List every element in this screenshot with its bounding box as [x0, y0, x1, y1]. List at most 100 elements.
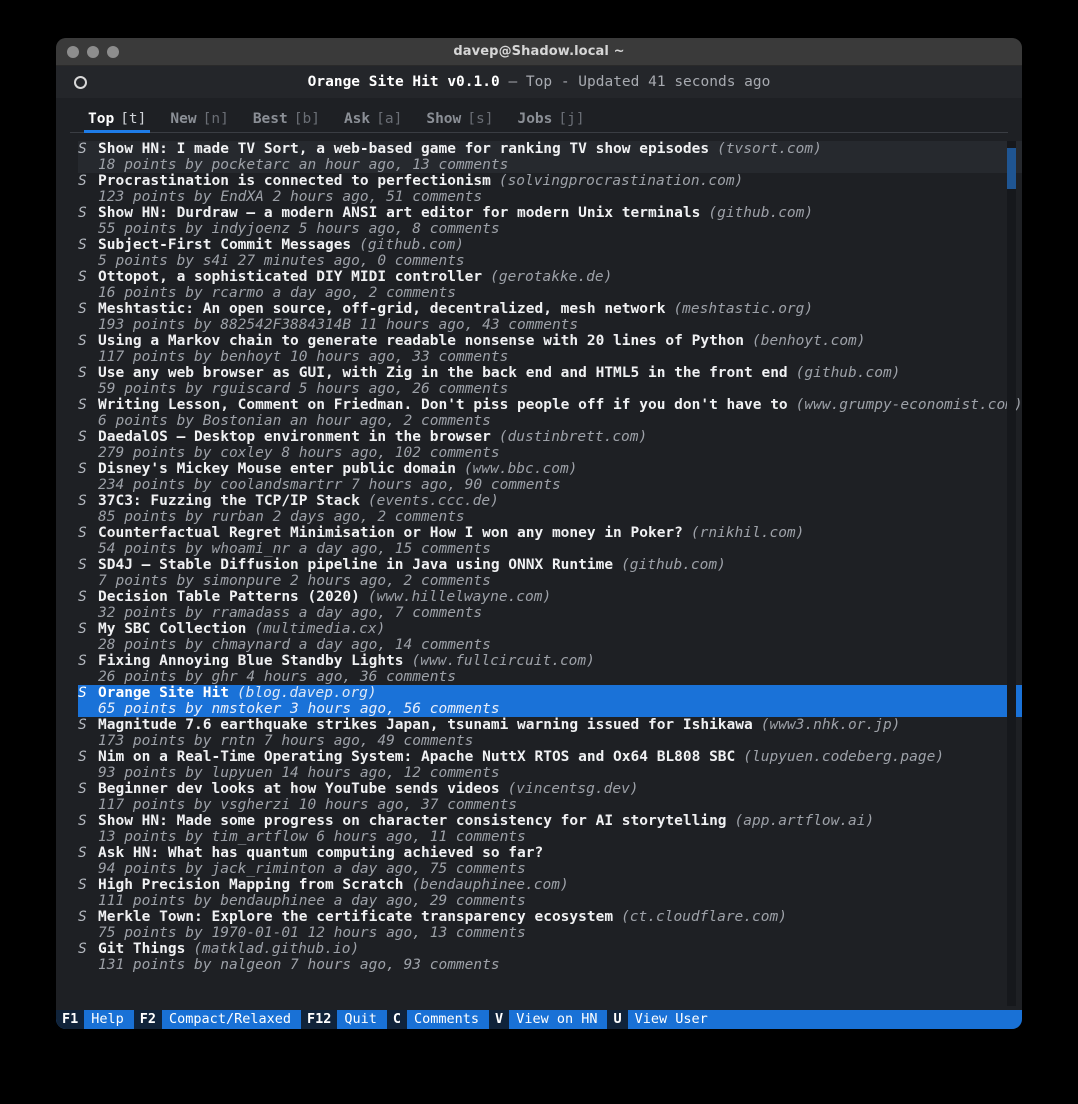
- story-title: Ottopot, a sophisticated DIY MIDI contro…: [98, 269, 483, 285]
- story-title-row: S Using a Markov chain to generate readab…: [78, 333, 1022, 349]
- story-title: Using a Markov chain to generate readabl…: [98, 333, 745, 349]
- story-title-row: S Show HN: Durdraw — a modern ANSI art ed…: [78, 205, 1022, 221]
- story-domain: (solvingprocrastination.com): [498, 173, 744, 189]
- footer-action-view-user[interactable]: View User: [628, 1010, 718, 1029]
- story-item[interactable]: S 37C3: Fuzzing the TCP/IP Stack (events.c…: [56, 493, 1022, 525]
- story-domain: (www.fullcircuit.com): [411, 653, 595, 669]
- story-item[interactable]: S SD4J — Stable Diffusion pipeline in Jav…: [56, 557, 1022, 589]
- story-meta: 59 points by rguiscard 5 hours ago, 26 c…: [98, 381, 509, 397]
- tab-show[interactable]: Show [s]: [414, 111, 505, 133]
- story-meta-row: 234 points by coolandsmartrr 7 hours ago…: [78, 477, 1022, 493]
- story-meta-row: 28 points by chmaynard a day ago, 14 com…: [78, 637, 1022, 653]
- tab-shortcut-key: [a]: [376, 111, 403, 127]
- story-title: Use any web browser as GUI, with Zig in …: [98, 365, 788, 381]
- story-meta: 13 points by tim_artflow 6 hours ago, 11…: [98, 829, 526, 845]
- story-flag: S: [78, 653, 87, 669]
- tab-shortcut-key: [j]: [558, 111, 585, 127]
- footer-key-f1[interactable]: F1: [56, 1010, 85, 1029]
- story-item[interactable]: S Procrastination is connected to perfect…: [56, 173, 1022, 205]
- story-title: Git Things: [98, 941, 186, 957]
- story-item[interactable]: S Writing Lesson, Comment on Friedman. Do…: [56, 397, 1022, 429]
- story-domain: (rnikhil.com): [690, 525, 805, 541]
- story-title: High Precision Mapping from Scratch: [98, 877, 404, 893]
- story-meta: 32 points by rramadass a day ago, 7 comm…: [98, 605, 483, 621]
- story-item[interactable]: S Show HN: Durdraw — a modern ANSI art ed…: [56, 205, 1022, 237]
- story-title: Writing Lesson, Comment on Friedman. Don…: [98, 397, 788, 413]
- story-item[interactable]: S Fixing Annoying Blue Standby Lights (www…: [56, 653, 1022, 685]
- tab-new[interactable]: New [n]: [158, 111, 240, 133]
- story-item[interactable]: S Decision Table Patterns (2020) (www.hill…: [56, 589, 1022, 621]
- story-meta-row: 54 points by whoami_nr a day ago, 15 com…: [78, 541, 1022, 557]
- story-title-row: S DaedalOS — Desktop environment in the b…: [78, 429, 1022, 445]
- story-title-row: S 37C3: Fuzzing the TCP/IP Stack (events.c…: [78, 493, 1022, 509]
- story-item[interactable]: S Meshtastic: An open source, off-grid, d…: [56, 301, 1022, 333]
- footer-action-comments[interactable]: Comments: [407, 1010, 489, 1029]
- tab-jobs[interactable]: Jobs [j]: [505, 111, 596, 133]
- story-item[interactable]: S DaedalOS — Desktop environment in the b…: [56, 429, 1022, 461]
- story-title: Decision Table Patterns (2020): [98, 589, 360, 605]
- footer-key-f2[interactable]: F2: [133, 1010, 163, 1029]
- story-item[interactable]: S Git Things (matklad.github.io) 131 points…: [56, 941, 1022, 973]
- story-meta: 173 points by rntn 7 hours ago, 49 comme…: [98, 733, 474, 749]
- story-item[interactable]: S Magnitude 7.6 earthquake strikes Japan,…: [56, 717, 1022, 749]
- story-item[interactable]: S Use any web browser as GUI, with Zig in…: [56, 365, 1022, 397]
- story-item[interactable]: S Ask HN: What has quantum computing achi…: [56, 845, 1022, 877]
- story-item[interactable]: S Disney's Mickey Mouse enter public doma…: [56, 461, 1022, 493]
- tab-best[interactable]: Best [b]: [241, 111, 332, 133]
- vertical-scrollbar[interactable]: [1007, 141, 1016, 1006]
- footer-action-view-on-hn[interactable]: View on HN: [509, 1010, 607, 1029]
- story-title-row: S Git Things (matklad.github.io): [78, 941, 1022, 957]
- story-item[interactable]: S Nim on a Real-Time Operating System: Ap…: [56, 749, 1022, 781]
- story-item[interactable]: S My SBC Collection (multimedia.cx) 28 poin…: [56, 621, 1022, 653]
- story-item[interactable]: S Show HN: Made some progress on characte…: [56, 813, 1022, 845]
- story-flag: S: [78, 781, 87, 797]
- story-item[interactable]: S Using a Markov chain to generate readab…: [56, 333, 1022, 365]
- footer-key-v[interactable]: V: [489, 1010, 510, 1029]
- tab-label: Ask: [343, 111, 371, 127]
- story-item[interactable]: S Counterfactual Regret Minimisation or H…: [56, 525, 1022, 557]
- footer-action-quit[interactable]: Quit: [337, 1010, 387, 1029]
- story-meta-row: 193 points by 882542F3884314B 11 hours a…: [78, 317, 1022, 333]
- app-title: Orange Site Hit v0.1.0: [307, 74, 500, 90]
- scrollbar-thumb[interactable]: [1007, 148, 1016, 189]
- app-header: Orange Site Hit v0.1.0 — Top - Updated 4…: [56, 66, 1022, 98]
- story-domain: (benhoyt.com): [752, 333, 866, 349]
- story-item[interactable]: S High Precision Mapping from Scratch (ben…: [56, 877, 1022, 909]
- footer-key-f12[interactable]: F12: [300, 1010, 338, 1029]
- story-title: Subject-First Commit Messages: [98, 237, 352, 253]
- story-meta-row: 16 points by rcarmo a day ago, 2 comment…: [78, 285, 1022, 301]
- story-meta: 279 points by coxley 8 hours ago, 102 co…: [98, 445, 500, 461]
- close-button[interactable]: [67, 45, 79, 58]
- story-item[interactable]: S Ottopot, a sophisticated DIY MIDI contr…: [56, 269, 1022, 301]
- story-meta-row: 18 points by pocketarc an hour ago, 13 c…: [78, 157, 1022, 173]
- story-list: S Show HN: I made TV Sort, a web-based ga…: [56, 141, 1022, 1010]
- story-title: DaedalOS — Desktop environment in the br…: [98, 429, 491, 445]
- story-meta-row: 117 points by benhoyt 10 hours ago, 33 c…: [78, 349, 1022, 365]
- minimize-button[interactable]: [87, 45, 99, 58]
- tab-ask[interactable]: Ask [a]: [332, 111, 414, 133]
- footer-action-compact-relaxed[interactable]: Compact/Relaxed: [162, 1010, 301, 1029]
- story-flag: S: [78, 205, 87, 221]
- story-flag: S: [78, 845, 87, 861]
- story-title-row: S Orange Site Hit (blog.davep.org): [78, 685, 1022, 701]
- story-title-row: S Beginner dev looks at how YouTube sends…: [78, 781, 1022, 797]
- story-title: Meshtastic: An open source, off-grid, de…: [98, 301, 666, 317]
- story-item[interactable]: S Beginner dev looks at how YouTube sends…: [56, 781, 1022, 813]
- footer-key-c[interactable]: C: [386, 1010, 408, 1029]
- story-meta: 16 points by rcarmo a day ago, 2 comment…: [98, 285, 456, 301]
- story-domain: (www3.nhk.or.jp): [760, 717, 901, 733]
- story-flag: S: [78, 333, 87, 349]
- story-item[interactable]: S Orange Site Hit (blog.davep.org) 65 point…: [56, 685, 1022, 717]
- story-meta: 6 points by Bostonian an hour ago, 2 com…: [98, 413, 491, 429]
- story-title-row: S Merkle Town: Explore the certificate tr…: [78, 909, 1022, 925]
- footer-action-help[interactable]: Help: [84, 1010, 134, 1029]
- footer-key-u[interactable]: U: [607, 1010, 628, 1029]
- tab-top[interactable]: Top [t]: [76, 111, 158, 133]
- window-title: davep@Shadow.local ~: [453, 44, 625, 59]
- tab-bar: Top [t] New [n] Best [b] Ask [a] Show [s] Jobs [j]: [56, 98, 1022, 133]
- story-item[interactable]: S Subject-First Commit Messages (github.co…: [56, 237, 1022, 269]
- story-item[interactable]: S Show HN: I made TV Sort, a web-based ga…: [56, 141, 1022, 173]
- story-flag: S: [78, 685, 87, 701]
- zoom-button[interactable]: [107, 45, 119, 58]
- story-item[interactable]: S Merkle Town: Explore the certificate tr…: [56, 909, 1022, 941]
